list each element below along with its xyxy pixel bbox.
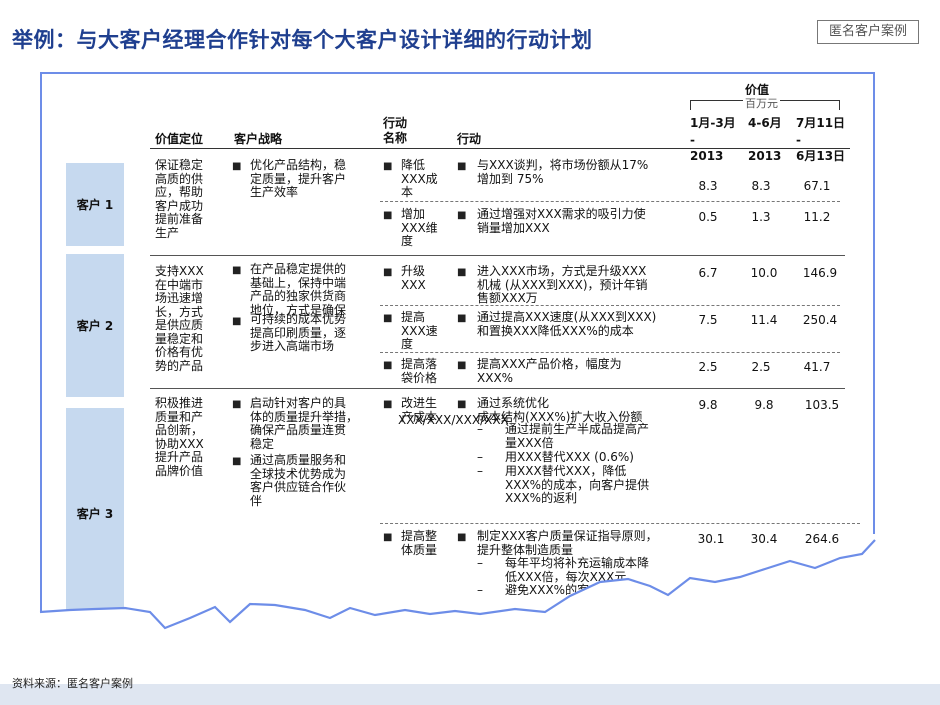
- torn-edge-overlay: [39, 539, 940, 684]
- footer-bar: [0, 684, 940, 705]
- source-note: 资料来源：匿名客户案例: [12, 677, 133, 690]
